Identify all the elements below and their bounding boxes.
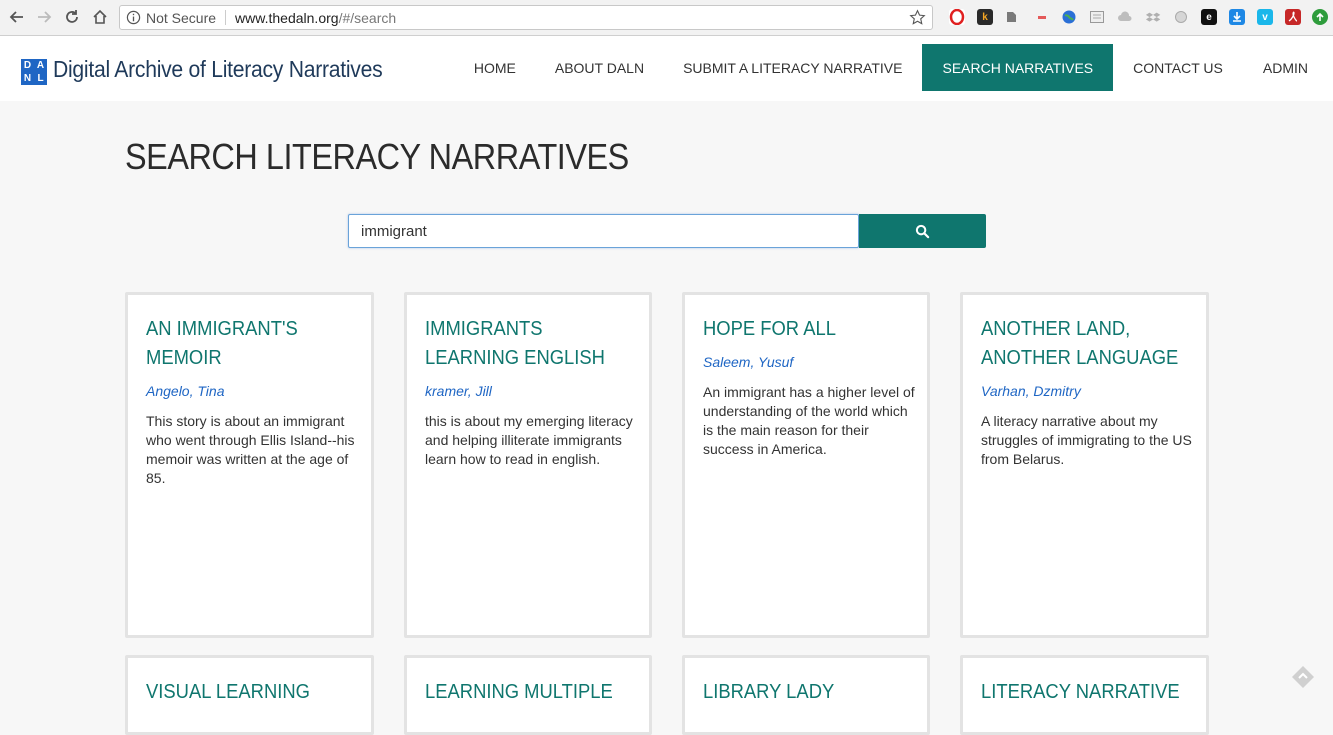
reload-button[interactable] <box>61 6 83 28</box>
result-card[interactable]: LITERACY NARRATIVE <box>960 655 1209 735</box>
info-icon[interactable] <box>126 10 141 25</box>
result-card[interactable]: LIBRARY LADY <box>682 655 930 735</box>
search-input[interactable] <box>348 214 859 248</box>
red-extension-icon[interactable] <box>1034 9 1050 25</box>
card-title[interactable]: HOPE FOR ALL <box>703 315 915 344</box>
card-description: An immigrant has a higher level of under… <box>703 384 915 457</box>
card-description: This story is about an immigrant who wen… <box>146 413 355 486</box>
evernote-extension-icon[interactable] <box>1003 9 1019 25</box>
circle-extension-icon[interactable] <box>1173 9 1189 25</box>
page-title: SEARCH LITERACY NARRATIVES <box>125 136 629 177</box>
result-card[interactable]: HOPE FOR ALL Saleem, Yusuf An immigrant … <box>682 292 930 638</box>
e-extension-icon[interactable]: e <box>1201 9 1217 25</box>
card-title[interactable]: AN IMMIGRANT'S MEMOIR <box>146 315 339 373</box>
card-author[interactable]: Angelo, Tina <box>146 383 224 399</box>
vimeo-extension-icon[interactable]: v <box>1257 9 1273 25</box>
home-button[interactable] <box>89 6 111 28</box>
card-description: this is about my emerging literacy and h… <box>425 413 633 467</box>
card-author[interactable]: Saleem, Yusuf <box>703 354 793 370</box>
card-author[interactable]: kramer, Jill <box>425 383 492 399</box>
nav-admin[interactable]: ADMIN <box>1243 44 1333 91</box>
nav-about-daln[interactable]: ABOUT DALN <box>536 44 664 91</box>
nav-submit-narrative[interactable]: SUBMIT A LITERACY NARRATIVE <box>664 44 922 91</box>
site-title[interactable]: Digital Archive of Literacy Narratives <box>53 56 383 83</box>
nav-search-narratives[interactable]: SEARCH NARRATIVES <box>922 44 1114 91</box>
site-header: D A N L Digital Archive of Literacy Narr… <box>0 36 1333 101</box>
result-card[interactable]: ANOTHER LAND, ANOTHER LANGUAGE Varhan, D… <box>960 292 1209 638</box>
reload-icon <box>66 10 78 23</box>
url-host: www.thedaln.org <box>235 9 339 26</box>
card-title[interactable]: ANOTHER LAND, ANOTHER LANGUAGE <box>981 315 1179 373</box>
card-description: A literacy narrative about my struggles … <box>981 413 1192 467</box>
result-card[interactable]: VISUAL LEARNING <box>125 655 374 735</box>
nav-contact-us[interactable]: CONTACT US <box>1113 44 1243 91</box>
result-card[interactable]: LEARNING MULTIPLE <box>404 655 652 735</box>
home-icon <box>93 9 107 24</box>
card-title[interactable]: LITERACY NARRATIVE <box>981 678 1193 707</box>
url-path: /#/search <box>338 9 397 26</box>
back-button[interactable] <box>6 6 28 28</box>
logo-letter: N <box>23 72 32 84</box>
daln-logo[interactable]: D A N L <box>21 59 47 85</box>
card-title[interactable]: VISUAL LEARNING <box>146 678 358 707</box>
pdf-extension-icon[interactable] <box>1285 9 1301 25</box>
result-card[interactable]: IMMIGRANTS LEARNING ENGLISH kramer, Jill… <box>404 292 652 638</box>
arrow-right-icon <box>38 11 52 23</box>
download-extension-icon[interactable] <box>1229 9 1245 25</box>
address-bar[interactable]: Not Secure www.thedaln.org /#/search <box>119 5 933 30</box>
logo-letter: A <box>36 59 45 71</box>
omnibox-divider <box>225 10 227 25</box>
upload-extension-icon[interactable] <box>1312 9 1328 25</box>
opera-extension-icon[interactable] <box>949 9 965 25</box>
card-author[interactable]: Varhan, Dzmitry <box>981 383 1081 399</box>
browser-toolbar: Not Secure www.thedaln.org /#/search k e… <box>0 0 1333 36</box>
globe-extension-icon[interactable] <box>1061 9 1077 25</box>
nav-home[interactable]: HOME <box>455 44 536 91</box>
card-title[interactable]: LEARNING MULTIPLE <box>425 678 637 707</box>
search-button[interactable] <box>859 214 986 248</box>
card-title[interactable]: LIBRARY LADY <box>703 678 915 707</box>
search-icon <box>915 224 930 238</box>
cloud-extension-icon[interactable] <box>1117 9 1133 25</box>
result-card[interactable]: AN IMMIGRANT'S MEMOIR Angelo, Tina This … <box>125 292 374 638</box>
bookmark-star-icon[interactable] <box>909 9 926 26</box>
main-nav: HOME ABOUT DALN SUBMIT A LITERACY NARRAT… <box>455 44 1333 91</box>
tag-icon[interactable] <box>1290 664 1316 690</box>
arrow-left-icon <box>9 11 23 23</box>
security-label: Not Secure <box>146 9 217 26</box>
card-title[interactable]: IMMIGRANTS LEARNING ENGLISH <box>425 315 637 373</box>
k-extension-icon[interactable]: k <box>977 9 993 25</box>
grid-extension-icon[interactable] <box>1089 9 1105 25</box>
dropbox-extension-icon[interactable] <box>1145 9 1161 25</box>
logo-letter: D <box>23 59 32 71</box>
logo-letter: L <box>37 72 44 84</box>
forward-button[interactable] <box>33 6 55 28</box>
